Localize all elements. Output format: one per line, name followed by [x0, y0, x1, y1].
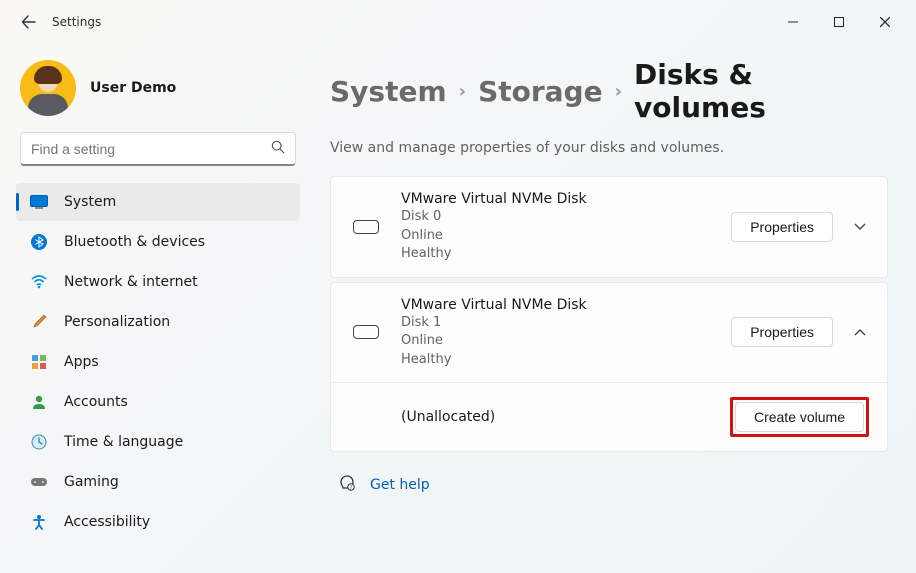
profile-block[interactable]: User Demo [12, 56, 304, 130]
person-icon [30, 393, 48, 411]
disk-health: Healthy [401, 351, 731, 369]
disk-name: VMware Virtual NVMe Disk [401, 297, 731, 313]
highlight-annotation: Create volume [730, 397, 869, 437]
volume-row: (Unallocated) Create volume [331, 382, 887, 451]
search-input[interactable] [31, 141, 271, 157]
sidebar-item-accounts[interactable]: Accounts [16, 383, 300, 421]
svg-text:?: ? [350, 486, 353, 492]
close-button[interactable] [862, 6, 908, 38]
back-button[interactable] [14, 7, 44, 37]
sidebar-item-gaming[interactable]: Gaming [16, 463, 300, 501]
wifi-icon [30, 273, 48, 291]
disk-id: Disk 1 [401, 314, 731, 332]
sidebar-item-label: Network & internet [64, 274, 198, 290]
create-volume-button[interactable]: Create volume [735, 402, 864, 432]
sidebar-item-label: Bluetooth & devices [64, 234, 205, 250]
breadcrumb-link[interactable]: System [330, 75, 447, 108]
clock-icon [30, 433, 48, 451]
search-icon [271, 140, 285, 158]
help-link-row: ? Get help [338, 474, 888, 496]
bluetooth-icon [30, 233, 48, 251]
properties-button[interactable]: Properties [731, 317, 833, 347]
search-box[interactable] [20, 132, 296, 166]
disk-id: Disk 0 [401, 208, 731, 226]
sidebar-item-personalization[interactable]: Personalization [16, 303, 300, 341]
maximize-icon [834, 17, 844, 27]
sidebar-item-label: System [64, 194, 116, 210]
minimize-button[interactable] [770, 6, 816, 38]
disk-icon [353, 325, 379, 339]
minimize-icon [788, 17, 798, 27]
apps-icon [30, 353, 48, 371]
sidebar-item-system[interactable]: System [16, 183, 300, 221]
sidebar-item-label: Personalization [64, 314, 170, 330]
accessibility-icon [30, 513, 48, 531]
breadcrumb: System › Storage › Disks & volumes [330, 58, 888, 124]
display-icon [30, 193, 48, 211]
close-icon [880, 17, 890, 27]
disk-card: VMware Virtual NVMe Disk Disk 1 Online H… [330, 282, 888, 453]
disk-row[interactable]: VMware Virtual NVMe Disk Disk 1 Online H… [331, 283, 887, 383]
brush-icon [30, 313, 48, 331]
avatar [20, 60, 76, 116]
sidebar-item-time-language[interactable]: Time & language [16, 423, 300, 461]
disk-status: Online [401, 332, 731, 350]
gamepad-icon [30, 473, 48, 491]
chevron-right-icon: › [459, 81, 466, 102]
disk-icon [353, 220, 379, 234]
breadcrumb-link[interactable]: Storage [478, 75, 603, 108]
nav-list: System Bluetooth & devices Network & int… [12, 182, 304, 542]
properties-button[interactable]: Properties [731, 212, 833, 242]
disk-row[interactable]: VMware Virtual NVMe Disk Disk 0 Online H… [331, 177, 887, 277]
disk-name: VMware Virtual NVMe Disk [401, 191, 731, 207]
sidebar-item-label: Time & language [64, 434, 183, 450]
help-icon: ? [338, 474, 356, 496]
sidebar: User Demo System Bluetooth & devices [0, 44, 310, 573]
main-content: System › Storage › Disks & volumes View … [310, 44, 916, 573]
sidebar-item-label: Gaming [64, 474, 119, 490]
chevron-right-icon: › [615, 81, 622, 102]
back-arrow-icon [21, 14, 37, 30]
maximize-button[interactable] [816, 6, 862, 38]
sidebar-item-accessibility[interactable]: Accessibility [16, 503, 300, 541]
disk-status: Online [401, 227, 731, 245]
disk-health: Healthy [401, 245, 731, 263]
disk-card: VMware Virtual NVMe Disk Disk 0 Online H… [330, 176, 888, 278]
sidebar-item-label: Accessibility [64, 514, 150, 530]
sidebar-item-label: Apps [64, 354, 99, 370]
get-help-link[interactable]: Get help [370, 477, 430, 493]
sidebar-item-label: Accounts [64, 394, 128, 410]
sidebar-item-network[interactable]: Network & internet [16, 263, 300, 301]
sidebar-item-bluetooth[interactable]: Bluetooth & devices [16, 223, 300, 261]
sidebar-item-apps[interactable]: Apps [16, 343, 300, 381]
volume-label: (Unallocated) [401, 409, 730, 425]
page-subtitle: View and manage properties of your disks… [330, 140, 888, 156]
chevron-down-icon[interactable] [851, 219, 869, 235]
page-title: Disks & volumes [634, 58, 888, 124]
profile-name: User Demo [90, 80, 176, 96]
chevron-up-icon[interactable] [851, 324, 869, 340]
titlebar: Settings [0, 0, 916, 44]
window-title: Settings [52, 15, 101, 29]
